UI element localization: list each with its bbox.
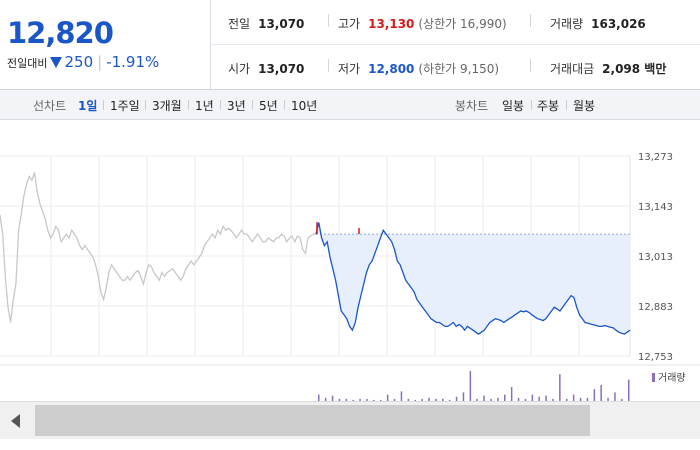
divider: [188, 100, 189, 110]
divider: [530, 59, 531, 72]
tab-10y[interactable]: 10년: [291, 97, 317, 114]
stat-value: 13,070: [258, 62, 305, 76]
price-box: 12,820 전일대비 250 | -1.91%: [0, 0, 211, 89]
divider: [211, 44, 700, 45]
scroll-thumb[interactable]: [35, 405, 590, 436]
divider: [220, 100, 221, 110]
upper-limit: (상한가 16,990): [418, 17, 507, 31]
tab-1d[interactable]: 1일: [78, 97, 97, 114]
change-percent: -1.91%: [106, 53, 160, 71]
stat-trade-value: 거래대금 2,098 백만: [550, 60, 666, 77]
tab-5y[interactable]: 5년: [259, 97, 278, 114]
divider: [328, 59, 329, 72]
y-tick-label: 13,273: [638, 152, 673, 163]
divider: [531, 100, 532, 110]
volume-legend-label: 거래량: [658, 372, 686, 384]
scroll-left-button[interactable]: [0, 402, 32, 439]
change-row: 전일대비 250 | -1.91%: [7, 53, 159, 71]
stat-value: 2,098 백만: [602, 62, 667, 76]
divider: [252, 100, 253, 110]
tab-1w[interactable]: 1주일: [110, 97, 140, 114]
volume-bar: [462, 392, 465, 401]
stat-label: 고가: [338, 17, 361, 31]
y-tick-label: 13,013: [638, 252, 673, 263]
stat-open: 시가 13,070: [228, 60, 304, 77]
stat-low: 저가 12,800 (하한가 9,150): [338, 60, 499, 77]
series-previous-day-line: [0, 172, 316, 323]
stat-value: 13,070: [258, 17, 305, 31]
stat-label: 거래량: [550, 17, 584, 31]
stat-label: 거래대금: [550, 62, 595, 76]
volume-bar: [559, 374, 561, 401]
tab-1y[interactable]: 1년: [195, 97, 214, 114]
tab-monthly[interactable]: 월봉: [573, 97, 595, 114]
lower-limit: (하한가 9,150): [418, 62, 500, 76]
candle-chart-label: 봉차트: [455, 99, 489, 113]
tab-3y[interactable]: 3년: [227, 97, 246, 114]
quote-header: 12,820 전일대비 250 | -1.91% 전일 13,070 고가 13,130(…: [0, 0, 700, 90]
divider: [328, 14, 329, 27]
y-tick-label: 12,883: [638, 302, 673, 313]
price-chart: 13,273 13,143 13,013 12,883 12,753 거래량: [0, 152, 700, 401]
stat-label: 저가: [338, 62, 361, 76]
divider: [566, 100, 567, 110]
volume-bar: [510, 387, 513, 401]
stat-prev-close: 전일 13,070: [228, 15, 304, 32]
volume-bar: [400, 391, 403, 401]
stat-value: 12,800: [368, 62, 415, 76]
change-label: 전일대비: [7, 57, 48, 70]
divider: [530, 14, 531, 27]
chart-scrollbar[interactable]: [0, 401, 700, 439]
stat-label: 시가: [228, 62, 251, 76]
volume-legend-swatch: [652, 373, 655, 382]
tab-weekly[interactable]: 주봉: [537, 97, 559, 114]
stat-value: 163,026: [591, 17, 646, 31]
divider: [103, 100, 104, 110]
y-tick-label: 12,753: [638, 352, 673, 363]
current-price: 12,820: [7, 16, 114, 50]
volume-bar: [628, 379, 630, 401]
stat-label: 전일: [228, 17, 251, 31]
divider: [145, 100, 146, 110]
stat-high: 고가 13,130 (상한가 16,990): [338, 15, 507, 32]
divider: [284, 100, 285, 110]
period-tabs: 선차트 1일 1주일 3개월 1년 3년 5년 10년 봉차트 일봉 주봉 월봉: [0, 90, 700, 120]
tab-3m[interactable]: 3개월: [152, 97, 182, 114]
volume-bar: [593, 389, 596, 401]
stat-value: 13,130: [368, 17, 415, 31]
volume-bar: [614, 392, 616, 401]
change-amount: 250: [64, 53, 94, 71]
line-chart-label: 선차트: [33, 99, 67, 113]
down-triangle-icon: [50, 57, 63, 68]
volume-bar: [469, 371, 472, 401]
stat-volume: 거래량 163,026: [550, 15, 646, 32]
y-tick-label: 13,143: [638, 202, 673, 213]
volume-bar: [600, 384, 602, 401]
divider: |: [97, 53, 103, 71]
tab-daily[interactable]: 일봉: [502, 97, 524, 114]
arrow-left-icon: [11, 414, 20, 428]
series-fill-area: [316, 222, 630, 335]
